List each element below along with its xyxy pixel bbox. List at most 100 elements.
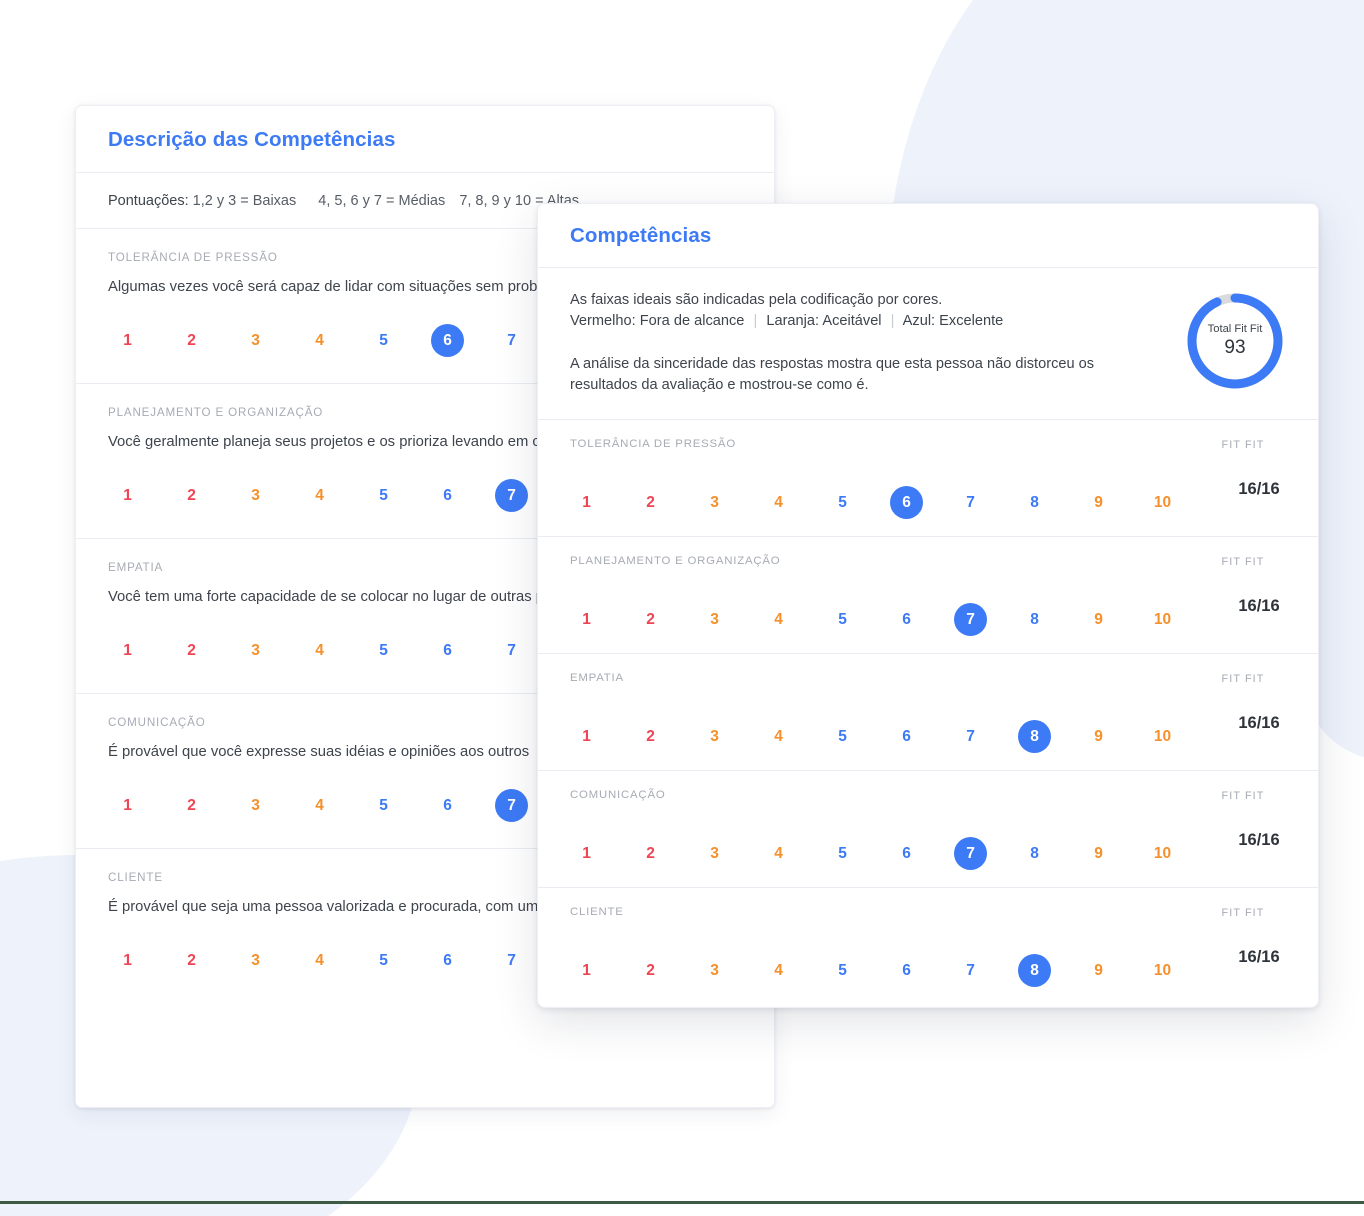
score-option[interactable]: 5 (367, 479, 400, 512)
score-option[interactable]: 1 (111, 634, 144, 667)
score-option[interactable]: 1 (570, 486, 603, 519)
score-option[interactable]: 2 (175, 634, 208, 667)
score-option[interactable]: 1 (111, 944, 144, 977)
score-option[interactable]: 7 (495, 634, 528, 667)
score-option-selected[interactable]: 8 (1018, 953, 1051, 987)
score-option[interactable]: 3 (698, 837, 731, 870)
score-option[interactable]: 10 (1146, 954, 1179, 987)
score-option[interactable]: 6 (890, 837, 923, 870)
score-option[interactable]: 1 (570, 837, 603, 870)
score-option[interactable]: 9 (1082, 837, 1115, 870)
score-option[interactable]: 5 (367, 944, 400, 977)
score-option[interactable]: 2 (175, 324, 208, 357)
score-option-selected[interactable]: 7 (954, 836, 987, 870)
score-option[interactable]: 10 (1146, 486, 1179, 519)
score-option[interactable]: 7 (954, 720, 987, 753)
score-legend-lead: Pontuações: (108, 193, 189, 209)
score-option[interactable]: 6 (431, 634, 464, 667)
back-card-header: Descrição das Competências (76, 106, 774, 173)
score-option[interactable]: 3 (239, 324, 272, 357)
score-option[interactable]: 2 (175, 789, 208, 822)
score-option-selected[interactable]: 7 (954, 602, 987, 636)
score-option-selected[interactable]: 6 (431, 324, 464, 357)
competencies-modal: Competências As faixas ideais são indica… (537, 203, 1319, 1008)
score-option[interactable]: 6 (890, 603, 923, 636)
score-option[interactable]: 4 (303, 479, 336, 512)
score-option[interactable]: 9 (1082, 954, 1115, 987)
score-option[interactable]: 5 (826, 603, 859, 636)
score-option[interactable]: 2 (634, 486, 667, 519)
score-option[interactable]: 2 (634, 603, 667, 636)
score-option[interactable]: 7 (495, 944, 528, 977)
score-option[interactable]: 6 (431, 479, 464, 512)
score-option[interactable]: 6 (890, 720, 923, 753)
modal-row-body: 1 2 3 4 5 6 7 8 9 10 16/16 (570, 577, 1286, 636)
score-option[interactable]: 3 (239, 789, 272, 822)
score-option[interactable]: 4 (762, 486, 795, 519)
score-option[interactable]: 8 (1018, 486, 1051, 519)
score-option[interactable]: 2 (634, 837, 667, 870)
score-option[interactable]: 1 (570, 603, 603, 636)
score-option[interactable]: 3 (239, 634, 272, 667)
score-option[interactable]: 5 (826, 954, 859, 987)
score-option[interactable]: 7 (495, 324, 528, 357)
modal-row-body: 1 2 3 4 5 6 7 8 9 10 16/16 (570, 928, 1286, 987)
score-option[interactable]: 5 (367, 789, 400, 822)
score-option[interactable]: 3 (698, 486, 731, 519)
modal-competency-row: COMUNICAÇÃO FIT FIT 1 2 3 4 5 6 7 8 9 10 16/16 (538, 771, 1318, 888)
score-option[interactable]: 1 (111, 479, 144, 512)
score-option[interactable]: 1 (111, 324, 144, 357)
score-option[interactable]: 4 (762, 720, 795, 753)
score-option[interactable]: 3 (698, 603, 731, 636)
score-option[interactable]: 1 (570, 720, 603, 753)
modal-competency-name: COMUNICAÇÃO (570, 788, 666, 801)
score-option[interactable]: 10 (1146, 603, 1179, 636)
score-option[interactable]: 7 (954, 486, 987, 519)
score-option[interactable]: 9 (1082, 603, 1115, 636)
score-option-selected[interactable]: 6 (890, 485, 923, 519)
score-option[interactable]: 4 (303, 634, 336, 667)
score-option[interactable]: 4 (303, 944, 336, 977)
score-option[interactable]: 2 (175, 479, 208, 512)
score-option[interactable]: 3 (239, 479, 272, 512)
score-option[interactable]: 9 (1082, 486, 1115, 519)
score-option[interactable]: 2 (634, 720, 667, 753)
score-option-selected[interactable]: 7 (495, 479, 528, 512)
score-option[interactable]: 7 (954, 954, 987, 987)
score-option[interactable]: 5 (367, 324, 400, 357)
score-option[interactable]: 9 (1082, 720, 1115, 753)
score-legend-low: 1,2 y 3 = Baixas (192, 193, 297, 209)
score-option-selected[interactable]: 7 (495, 789, 528, 822)
score-option[interactable]: 5 (826, 837, 859, 870)
score-option[interactable]: 8 (1018, 837, 1051, 870)
score-option[interactable]: 6 (890, 954, 923, 987)
score-option[interactable]: 1 (570, 954, 603, 987)
score-option[interactable]: 1 (111, 789, 144, 822)
modal-row-body: 1 2 3 4 5 6 7 8 9 10 16/16 (570, 694, 1286, 753)
score-option[interactable]: 5 (367, 634, 400, 667)
fit-value: 16/16 (1238, 713, 1280, 732)
score-option[interactable]: 6 (431, 789, 464, 822)
score-option[interactable]: 4 (762, 837, 795, 870)
score-option[interactable]: 5 (826, 720, 859, 753)
score-option[interactable]: 2 (634, 954, 667, 987)
score-option[interactable]: 3 (239, 944, 272, 977)
score-option[interactable]: 8 (1018, 603, 1051, 636)
score-scale: 123456789 10 (570, 953, 1210, 987)
fit-value: 16/16 (1238, 479, 1280, 498)
score-option[interactable]: 10 (1146, 837, 1179, 870)
score-option[interactable]: 4 (303, 789, 336, 822)
score-option[interactable]: 5 (826, 486, 859, 519)
score-option[interactable]: 6 (431, 944, 464, 977)
score-option-selected[interactable]: 8 (1018, 719, 1051, 753)
modal-competency-rows: TOLERÂNCIA DE PRESSÃO FIT FIT 1 2 3 4 5 6 7 8 9 10 1… (538, 420, 1318, 1004)
score-option[interactable]: 3 (698, 720, 731, 753)
score-option[interactable]: 2 (175, 944, 208, 977)
score-option[interactable]: 3 (698, 954, 731, 987)
score-option[interactable]: 4 (762, 954, 795, 987)
score-option[interactable]: 4 (762, 603, 795, 636)
modal-competency-row: PLANEJAMENTO E ORGANIZAÇÃO FIT FIT 1 2 3 4 5 6 7… (538, 537, 1318, 654)
score-option[interactable]: 10 (1146, 720, 1179, 753)
modal-intro: As faixas ideais são indicadas pela codi… (538, 268, 1318, 420)
score-option[interactable]: 4 (303, 324, 336, 357)
